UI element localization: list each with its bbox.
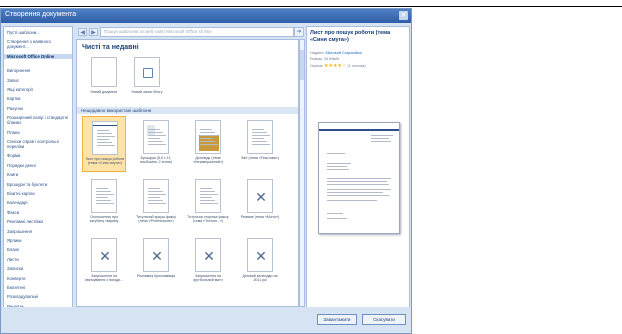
template-label: Запрошення на футбольний матч	[193, 274, 223, 283]
sidebar-item[interactable]: Бюлетені	[7, 285, 71, 290]
template-tile[interactable]: Лист про пошук роботи (тема «Синя смуга»…	[82, 116, 126, 172]
template-tile[interactable]: Доповідь (тема «Незавершений»)	[186, 116, 230, 172]
gallery-title: Чисті та недавні	[82, 44, 139, 51]
blank-document-icon	[91, 57, 117, 87]
template-tile[interactable]: Титульна сторінка факсу (тема «Технол...…	[186, 175, 230, 231]
sidebar-item[interactable]: Ярлики	[7, 238, 71, 243]
recent-templates-header: Нещодавно використані шаблони	[77, 107, 298, 114]
template-label: Титульна сторінка факсу (тема «Технол...…	[187, 215, 229, 224]
template-label: Титульний аркуш факсу (тема «Professiona…	[136, 215, 176, 224]
scrollbar-thumb[interactable]	[300, 50, 304, 80]
top-rule	[0, 6, 622, 7]
dialog-title: Створення документа	[5, 11, 77, 18]
sidebar-item[interactable]: Картки	[7, 96, 71, 101]
template-tile[interactable]: ✕ Діловий календар на 2011 рік	[238, 234, 282, 290]
sidebar-item[interactable]: Запис	[7, 78, 71, 83]
template-label: Запрошення на святкування з нагоди...	[84, 274, 124, 283]
missing-preview-icon: ✕	[195, 238, 221, 272]
close-icon[interactable]: ✕	[399, 11, 408, 20]
missing-preview-icon: ✕	[247, 238, 273, 272]
sidebar-item[interactable]: Вигорнення	[7, 68, 71, 73]
missing-preview-icon: ✕	[247, 179, 273, 213]
tile-label: Новий документ	[90, 90, 118, 94]
tile-new-blog-post[interactable]: Новий запис блогу	[125, 54, 169, 104]
template-gallery: Чисті та недавні Новий документ Новий за…	[76, 39, 299, 307]
forward-arrow-icon[interactable]: ▶	[89, 28, 98, 36]
sidebar-item[interactable]: Календарі	[7, 200, 71, 205]
template-label: Доповідь (тема «Незавершений»)	[192, 156, 224, 165]
cancel-button[interactable]: Скасувати	[362, 314, 406, 325]
template-preview-pane: Лист про пошук роботи (тема «Синя смуга»…	[306, 26, 410, 329]
sidebar-item[interactable]: Листи	[7, 257, 71, 262]
gallery-scrollbar[interactable]	[299, 39, 305, 307]
template-thumbnail	[143, 179, 169, 213]
sidebar-item[interactable]: Рекламні листівки	[7, 219, 71, 224]
template-search-input[interactable]: Пошук шаблонів на веб-сайті Microsoft Of…	[100, 27, 294, 37]
preview-size: Розмір: 34 Кбайт	[310, 57, 340, 61]
preview-provider: Надано: Microsoft Corporation	[310, 51, 362, 55]
dialog-titlebar[interactable]: Створення документа ✕	[1, 9, 411, 23]
sidebar-item[interactable]: Списки справ і контрольні переліки	[7, 139, 71, 149]
template-tile[interactable]: ✕ Запрошення на святкування з нагоди...	[82, 234, 126, 290]
tile-label: Новий запис блогу	[131, 90, 163, 94]
preview-rating: Оцінка: ★★★★☆ (1 голосів)	[310, 63, 366, 69]
sidebar-item[interactable]: Microsoft Office Online	[4, 53, 72, 59]
template-label: Брошура (8,5 x 11, альбомна, 2 згини)	[140, 156, 172, 165]
template-thumbnail	[195, 179, 221, 213]
missing-preview-icon: ✕	[91, 238, 117, 272]
template-tile[interactable]: Брошура (8,5 x 11, альбомна, 2 згини)	[134, 116, 178, 172]
sidebar-item[interactable]: Книги	[7, 172, 71, 177]
sidebar-item[interactable]: Конверти	[7, 276, 71, 281]
template-label: Резюме (тема «Місто»)	[240, 215, 280, 219]
sidebar-item[interactable]: Факси	[7, 210, 71, 215]
missing-preview-icon: ✕	[143, 238, 169, 272]
template-label: Звіт (тема «Поштова»)	[241, 156, 279, 160]
sidebar-item[interactable]: Розширений папір і стандартні бланки	[7, 115, 71, 125]
sidebar-item[interactable]: Бланк	[7, 247, 71, 252]
template-tile[interactable]: ✕ Запрошення на футбольний матч	[186, 234, 230, 290]
template-thumbnail	[92, 121, 118, 155]
sidebar-item[interactable]: Форми	[7, 153, 71, 158]
template-thumbnail	[91, 179, 117, 213]
search-go-icon[interactable]: ➜	[294, 27, 304, 37]
template-label: Лист про пошук роботи (тема «Синя смуга»…	[85, 157, 125, 166]
sidebar-item[interactable]: Запрошення	[7, 229, 71, 234]
template-categories-sidebar: Пусті шаблони... Створення з наявного док…	[3, 26, 73, 331]
sidebar-item[interactable]: Розкладувальні	[7, 294, 71, 299]
template-tile[interactable]: ✕ Рекламна прокламація	[134, 234, 178, 290]
template-thumbnail	[247, 120, 273, 154]
template-thumbnail	[143, 120, 169, 154]
template-thumbnail	[195, 120, 221, 154]
blog-post-icon	[134, 57, 160, 87]
preview-document-thumbnail	[318, 122, 400, 234]
template-label: Діловий календар на 2011 рік	[242, 274, 278, 283]
sidebar-item[interactable]: Брошури та буклети	[7, 182, 71, 187]
sidebar-item[interactable]: Рахунок	[7, 106, 71, 111]
sidebar-item[interactable]: Записки	[7, 266, 71, 271]
tile-new-document[interactable]: Новий документ	[82, 54, 126, 104]
sidebar-item[interactable]: Плани	[7, 130, 71, 135]
dialog-button-bar: Завантажити Скасувати	[1, 307, 411, 333]
sidebar-item[interactable]: Пусті шаблони...	[7, 30, 71, 35]
template-label: Рекламна прокламація	[136, 274, 176, 278]
sidebar-item[interactable]: Ящі категорії	[7, 87, 71, 92]
template-tile[interactable]: Оголошення про загубену тварину	[82, 175, 126, 231]
template-label: Оголошення про загубену тварину	[89, 215, 119, 224]
rating-stars-icon[interactable]: ★★★★☆	[324, 63, 346, 69]
back-arrow-icon[interactable]: ◀	[78, 28, 87, 36]
sidebar-item[interactable]: Візитні картки	[7, 191, 71, 196]
sidebar-item[interactable]: Порядки денні	[7, 163, 71, 168]
template-tile[interactable]: Титульний аркуш факсу (тема «Professiona…	[134, 175, 178, 231]
template-tile[interactable]: ✕ Резюме (тема «Місто»)	[238, 175, 282, 231]
page-top-edge	[0, 0, 622, 8]
template-tile[interactable]: Звіт (тема «Поштова»)	[238, 116, 282, 172]
download-button[interactable]: Завантажити	[317, 314, 357, 325]
preview-title: Лист про пошук роботи (тема «Синя смуга»…	[310, 30, 391, 43]
new-document-dialog: Створення документа ✕ Пусті шаблони... Ст…	[0, 8, 412, 334]
sidebar-item[interactable]: Створення з наявного документ...	[7, 39, 71, 49]
